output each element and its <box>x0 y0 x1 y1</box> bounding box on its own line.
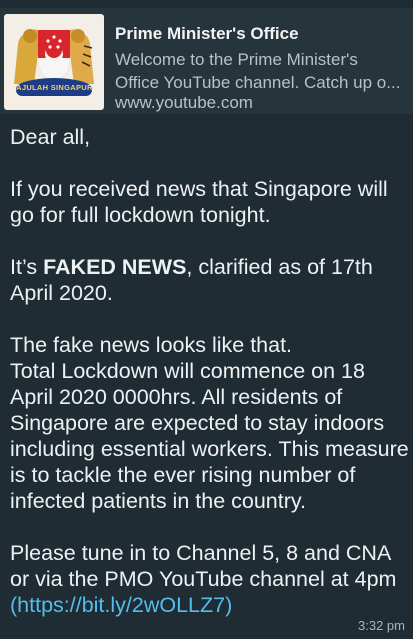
preview-title: Prime Minister's Office <box>115 24 299 43</box>
crest-motto: MAJULAH SINGAPURA <box>16 78 92 96</box>
link-preview-card[interactable]: MAJULAH SINGAPURA Prime Minister's Offic… <box>0 8 413 114</box>
fake-body-paragraph: Total Lockdown will commence on 18 April… <box>10 359 409 513</box>
tune-in-paragraph: Please tune in to Channel 5, 8 and CNA o… <box>10 540 410 618</box>
preview-url: www.youtube.com <box>115 93 253 112</box>
lockdown-line: If you received news that Singapore will… <box>10 177 388 227</box>
preview-description: Welcome to the Prime Minister's Office Y… <box>115 50 401 92</box>
tune-in-text: Please tune in to Channel 5, 8 and CNA o… <box>10 541 397 591</box>
message-timestamp: 3:32 pm <box>358 618 405 633</box>
faked-prefix: It’s <box>10 255 44 279</box>
link-close: ) <box>225 593 233 617</box>
greeting-line: Dear all, <box>10 125 91 149</box>
faked-news-bold: FAKED NEWS <box>43 255 187 279</box>
faked-news-line: It’s FAKED NEWS, clarified as of 17th Ap… <box>10 254 410 306</box>
fake-intro-line: The fake news looks like that. <box>10 333 293 357</box>
singapore-crest-icon: MAJULAH SINGAPURA <box>4 14 104 110</box>
message-bubble: MAJULAH SINGAPURA Prime Minister's Offic… <box>0 0 413 639</box>
bitly-link[interactable]: https://bit.ly/2wOLLZ7 <box>17 593 225 617</box>
message-text: Dear all, If you received news that Sing… <box>10 124 410 618</box>
